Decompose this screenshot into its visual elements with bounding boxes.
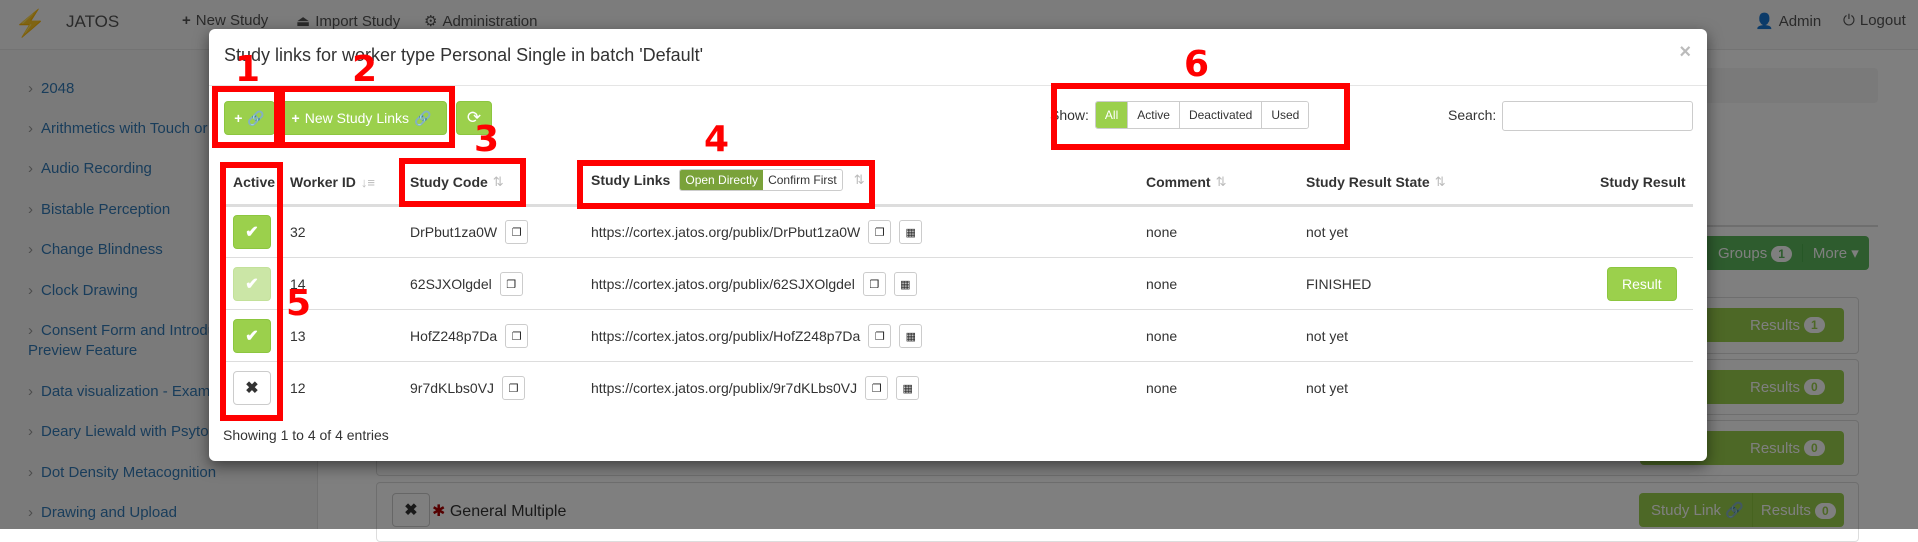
search-label: Search: xyxy=(1448,107,1497,123)
annotation-number: 5 xyxy=(286,283,312,324)
study-link[interactable]: https://cortex.jatos.org/publix/HofZ248p… xyxy=(591,328,860,344)
copy-icon: ❐ xyxy=(874,226,885,239)
copy-icon: ❐ xyxy=(869,278,880,291)
study-code: HofZ248p7Da xyxy=(410,328,498,344)
annotation-number: 1 xyxy=(235,49,261,90)
qr-code-icon: ▦ xyxy=(905,330,916,343)
study-result-state: not yet xyxy=(1306,328,1349,344)
study-result-state: not yet xyxy=(1306,380,1349,396)
sort-icon: ⇅ xyxy=(1434,174,1446,189)
copy-code-button[interactable]: ❐ xyxy=(502,376,526,400)
copy-link-button[interactable]: ❐ xyxy=(868,220,892,244)
col-label: Worker ID xyxy=(290,174,356,190)
modal-title: Study links for worker type Personal Sin… xyxy=(224,45,704,65)
study-link[interactable]: https://cortex.jatos.org/publix/DrPbut1z… xyxy=(591,224,860,240)
table-info: Showing 1 to 4 of 4 entries xyxy=(223,427,389,443)
qr-code-button[interactable]: ▦ xyxy=(896,376,920,400)
qr-code-button[interactable]: ▦ xyxy=(899,220,923,244)
copy-code-button[interactable]: ❐ xyxy=(505,324,529,348)
annotation-number: 6 xyxy=(1184,44,1210,85)
comment: none xyxy=(1146,224,1178,240)
qr-code-button[interactable]: ▦ xyxy=(899,324,923,348)
sort-icon: ⇅ xyxy=(1215,174,1227,189)
table-row: ✖ 12 9r7dKLbs0VJ ❐ https://cortex.jatos.org/… xyxy=(222,362,1693,414)
annotation-number: 3 xyxy=(474,119,500,160)
annotation-box-5 xyxy=(220,162,283,421)
worker-id: 32 xyxy=(290,224,306,240)
qr-code-icon: ▦ xyxy=(900,278,911,291)
copy-link-button[interactable]: ❐ xyxy=(868,324,892,348)
table-row: ✔ 32 DrPbut1za0W ❐ https://cortex.jatos.org/… xyxy=(222,206,1693,258)
table-row: ✔ 14 62SJXOlgdel ❐ https://cortex.jatos.org/… xyxy=(222,258,1693,310)
qr-code-icon: ▦ xyxy=(905,226,916,239)
copy-code-button[interactable]: ❐ xyxy=(505,220,529,244)
study-code: DrPbut1za0W xyxy=(410,224,498,240)
copy-icon: ❐ xyxy=(874,330,885,343)
comment: none xyxy=(1146,328,1178,344)
col-comment[interactable]: Comment ⇅ xyxy=(1146,174,1226,190)
comment: none xyxy=(1146,380,1178,396)
annotation-box-4 xyxy=(577,160,875,209)
annotation-box-6 xyxy=(1051,83,1350,150)
qr-code-button[interactable]: ▦ xyxy=(893,272,917,296)
copy-link-button[interactable]: ❐ xyxy=(862,272,886,296)
study-code: 9r7dKLbs0VJ xyxy=(410,380,495,396)
study-link[interactable]: https://cortex.jatos.org/publix/9r7dKLbs… xyxy=(591,380,857,396)
study-code: 62SJXOlgdel xyxy=(410,276,492,292)
col-state[interactable]: Study Result State ⇅ xyxy=(1306,174,1446,190)
copy-icon: ❐ xyxy=(511,226,522,239)
col-worker-id[interactable]: Worker ID ↓≡ xyxy=(290,174,375,190)
study-result-state: not yet xyxy=(1306,224,1349,240)
copy-icon: ❐ xyxy=(511,330,522,343)
copy-code-button[interactable]: ❐ xyxy=(499,272,523,296)
col-label: Comment xyxy=(1146,174,1211,190)
copy-link-button[interactable]: ❐ xyxy=(865,376,889,400)
copy-icon: ❐ xyxy=(871,382,882,395)
search-input[interactable] xyxy=(1502,101,1693,131)
annotation-box-3 xyxy=(399,158,526,207)
table-row: ✔ 13 HofZ248p7Da ❐ https://cortex.jatos.org/… xyxy=(222,310,1693,362)
qr-code-icon: ▦ xyxy=(902,382,913,395)
col-label: Study Result State xyxy=(1306,174,1430,190)
annotation-number: 4 xyxy=(704,119,730,160)
study-result-state: FINISHED xyxy=(1306,276,1372,292)
copy-icon: ❐ xyxy=(508,382,519,395)
annotation-box-2 xyxy=(279,86,455,148)
study-link[interactable]: https://cortex.jatos.org/publix/62SJXOlg… xyxy=(591,276,855,292)
close-button[interactable]: × xyxy=(1679,41,1691,64)
comment: none xyxy=(1146,276,1178,292)
annotation-box-1 xyxy=(212,86,280,148)
copy-icon: ❐ xyxy=(506,278,517,291)
col-result: Study Result xyxy=(1600,174,1686,190)
result-button[interactable]: Result xyxy=(1607,267,1677,301)
annotation-number: 2 xyxy=(352,49,378,90)
worker-id: 12 xyxy=(290,380,306,396)
sort-desc-icon: ↓≡ xyxy=(360,174,375,190)
